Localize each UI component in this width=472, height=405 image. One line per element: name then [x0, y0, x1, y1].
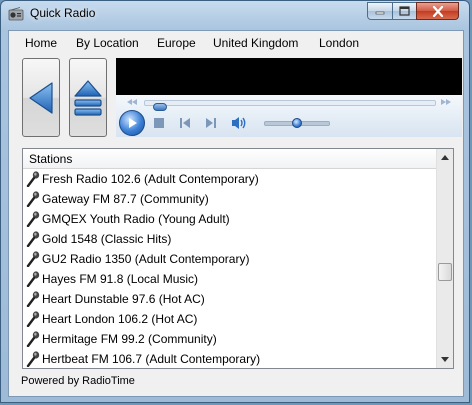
seek-thumb[interactable] — [153, 103, 168, 111]
station-item[interactable]: Heart London 106.2 (Hot AC) — [26, 309, 197, 329]
station-item[interactable]: Hertbeat FM 106.7 (Adult Contemporary) — [26, 349, 260, 368]
station-label: Gateway FM 87.7 (Community) — [42, 192, 209, 206]
close-icon — [432, 5, 443, 17]
station-label: GU2 Radio 1350 (Adult Contemporary) — [42, 252, 250, 266]
station-label: Hertbeat FM 106.7 (Adult Contemporary) — [42, 352, 261, 366]
play-icon — [129, 118, 137, 128]
microphone-icon — [26, 171, 40, 187]
stop-icon — [154, 118, 164, 128]
menu-item-europe[interactable]: Europe — [157, 36, 196, 50]
station-item[interactable]: GMQEX Youth Radio (Young Adult) — [26, 209, 230, 229]
maximize-icon — [399, 6, 410, 16]
volume-slider[interactable] — [264, 118, 330, 128]
play-button[interactable] — [119, 110, 145, 136]
microphone-icon — [26, 351, 40, 367]
station-item[interactable]: Hayes FM 91.8 (Local Music) — [26, 269, 198, 289]
rewind-button[interactable] — [125, 98, 139, 106]
microphone-icon — [26, 211, 40, 227]
station-item[interactable]: Fresh Radio 102.6 (Adult Contemporary) — [26, 169, 259, 189]
footer-text: Powered by RadioTime — [21, 375, 135, 387]
close-button[interactable] — [416, 2, 459, 20]
forward-button[interactable] — [439, 98, 453, 106]
media-player — [116, 58, 462, 137]
stations-list: Fresh Radio 102.6 (Adult Contemporary) Ga… — [23, 169, 436, 368]
minimize-icon — [375, 11, 385, 15]
station-label: Hermitage FM 99.2 (Community) — [42, 332, 217, 346]
scroll-up-button[interactable] — [437, 149, 453, 166]
back-arrow-icon — [29, 81, 53, 114]
station-item[interactable]: GU2 Radio 1350 (Adult Contemporary) — [26, 249, 249, 269]
menu-item-united-kingdom[interactable]: United Kingdom — [213, 36, 298, 50]
station-label: Heart London 106.2 (Hot AC) — [42, 312, 198, 326]
eject-icon — [74, 79, 102, 116]
scroll-down-button[interactable] — [437, 351, 453, 368]
forward-icon — [441, 99, 451, 105]
volume-button[interactable] — [230, 114, 248, 132]
client-area: Home By Location Europe United Kingdom L… — [8, 30, 464, 397]
minimize-button[interactable] — [367, 2, 393, 20]
stations-column-header[interactable]: Stations — [23, 149, 436, 169]
eject-button[interactable] — [69, 58, 107, 137]
station-label: GMQEX Youth Radio (Young Adult) — [42, 212, 230, 226]
menu-item-london[interactable]: London — [319, 36, 359, 50]
previous-icon — [180, 118, 190, 128]
volume-thumb[interactable] — [292, 118, 302, 128]
back-button[interactable] — [22, 58, 60, 137]
breadcrumb-menu: Home By Location Europe United Kingdom L… — [9, 31, 463, 54]
chevron-up-icon — [441, 155, 449, 160]
microphone-icon — [26, 271, 40, 287]
seek-bar[interactable] — [144, 100, 436, 111]
menu-item-home[interactable]: Home — [25, 36, 57, 50]
stop-button[interactable] — [152, 116, 166, 130]
title-bar[interactable]: Quick Radio — [1, 1, 471, 29]
maximize-button[interactable] — [392, 2, 417, 20]
station-item[interactable]: Hermitage FM 99.2 (Community) — [26, 329, 217, 349]
station-label: Hayes FM 91.8 (Local Music) — [42, 272, 199, 286]
microphone-icon — [26, 231, 40, 247]
radio-app-icon — [8, 7, 24, 21]
station-label: Heart Dunstable 97.6 (Hot AC) — [42, 292, 205, 306]
next-icon — [206, 118, 216, 128]
microphone-icon — [26, 251, 40, 267]
video-display — [116, 58, 462, 95]
microphone-icon — [26, 331, 40, 347]
scroll-thumb[interactable] — [438, 263, 452, 281]
station-item[interactable]: Gateway FM 87.7 (Community) — [26, 189, 209, 209]
previous-button[interactable] — [178, 116, 192, 130]
microphone-icon — [26, 311, 40, 327]
menu-item-by-location[interactable]: By Location — [76, 36, 139, 50]
app-window: Quick Radio Home By Location Europe Unit… — [0, 0, 470, 403]
microphone-icon — [26, 191, 40, 207]
next-button[interactable] — [204, 116, 218, 130]
station-item[interactable]: Heart Dunstable 97.6 (Hot AC) — [26, 289, 205, 309]
stations-listview: Stations Fresh Radio 102.6 (Adult Contem… — [22, 148, 454, 369]
chevron-down-icon — [441, 357, 449, 362]
rewind-icon — [127, 99, 137, 105]
player-controls — [116, 95, 462, 137]
station-item[interactable]: Gold 1548 (Classic Hits) — [26, 229, 171, 249]
microphone-icon — [26, 291, 40, 307]
window-title: Quick Radio — [30, 6, 96, 20]
volume-icon — [232, 117, 246, 129]
vertical-scrollbar[interactable] — [436, 149, 453, 368]
station-label: Gold 1548 (Classic Hits) — [42, 232, 172, 246]
station-label: Fresh Radio 102.6 (Adult Contemporary) — [42, 172, 259, 186]
